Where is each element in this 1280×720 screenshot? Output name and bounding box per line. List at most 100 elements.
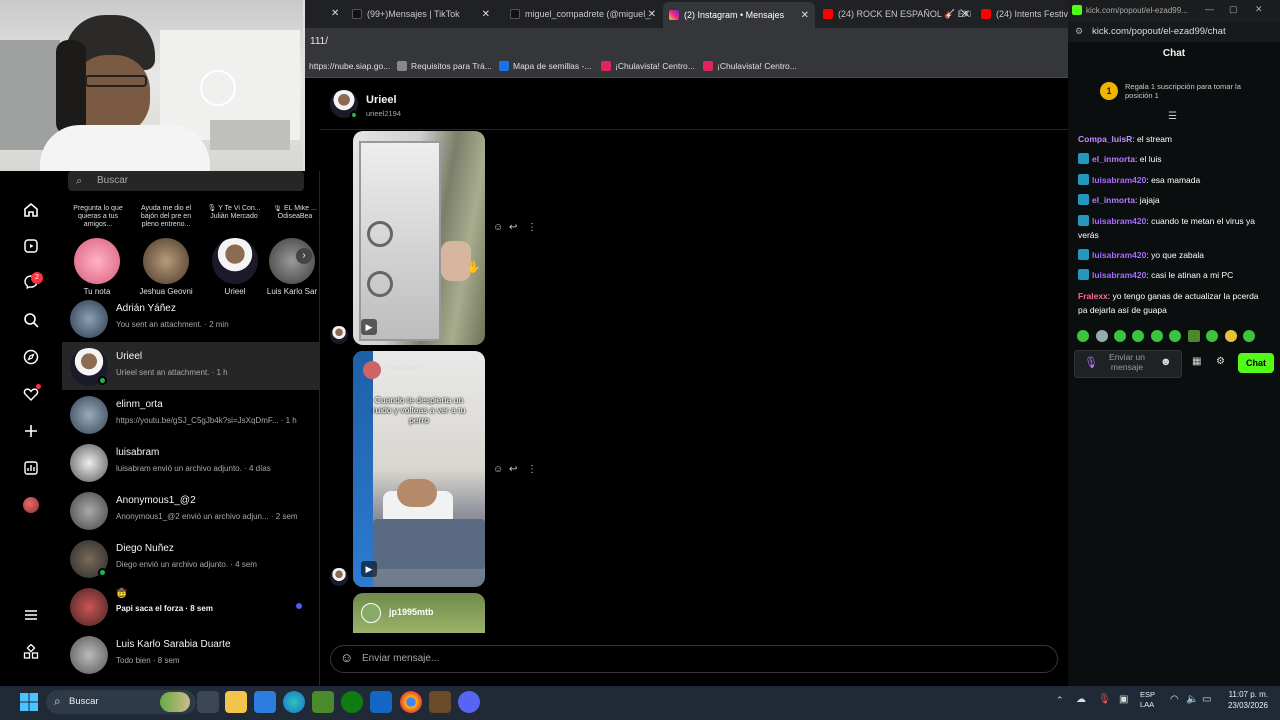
emoji-icon[interactable]: ☺ (340, 650, 353, 665)
discord-icon[interactable] (458, 691, 480, 713)
conversation-item[interactable]: Anonymous1_@2 Anonymous1_@2 envió un arch… (62, 486, 320, 534)
story-item[interactable]: Luis Karlo Sar (264, 238, 320, 296)
volume-icon[interactable]: 🔈 (1186, 694, 1198, 705)
more-options-icon[interactable]: ⋮ (527, 464, 537, 475)
emote-icon[interactable] (1151, 330, 1163, 342)
emote-icon[interactable] (1114, 330, 1126, 342)
bookmark-item[interactable]: ¡Chulavista! Centro... (703, 61, 797, 71)
store-icon[interactable] (254, 691, 276, 713)
settings-icon[interactable]: ⚙ (1216, 356, 1225, 367)
close-icon[interactable]: ✕ (648, 9, 656, 20)
search-icon[interactable] (21, 310, 41, 330)
chrome-icon[interactable] (400, 691, 422, 713)
chat-username[interactable]: luisabram420 (1092, 216, 1146, 226)
edge-icon[interactable] (283, 691, 305, 713)
minecraft-icon[interactable] (312, 691, 334, 713)
close-icon[interactable]: ✕ (331, 8, 339, 19)
create-icon[interactable] (21, 421, 41, 441)
onedrive-icon[interactable]: ☁ (1076, 694, 1086, 705)
bookmark-item[interactable]: ¡Chulavista! Centro... (601, 61, 695, 71)
bookmark-item[interactable]: Requisitos para Trá... (397, 61, 492, 71)
windows-start-icon[interactable] (18, 691, 40, 713)
menu-icon[interactable] (21, 605, 41, 625)
chat-name[interactable]: Urieel (366, 94, 397, 106)
emote-icon[interactable] (1169, 330, 1181, 342)
close-icon[interactable]: ✕ (1255, 4, 1263, 15)
dashboard-icon[interactable] (21, 458, 41, 478)
explore-icon[interactable] (21, 347, 41, 367)
chevron-up-icon[interactable]: ⌃ (1056, 695, 1064, 706)
task-view-icon[interactable] (197, 691, 219, 713)
emote-icon[interactable] (1243, 330, 1255, 342)
react-emoji-icon[interactable]: ☺ (493, 464, 503, 475)
gift-leaderboard-text[interactable]: Regala 1 suscripción para tomar la posic… (1125, 82, 1255, 100)
clock-time[interactable]: 11:07 p. m. (1224, 690, 1268, 699)
chat-username[interactable]: Compa_luisR (1078, 134, 1132, 144)
reel-attachment[interactable]: mimibailee Cuando te despierta un ruido … (353, 351, 485, 587)
story-item[interactable]: Tu nota (62, 238, 132, 296)
minimize-icon[interactable]: — (1205, 4, 1214, 14)
conversation-item[interactable]: luisabram luisabram envió un archivo adju… (62, 438, 320, 486)
emote-icon[interactable] (1188, 330, 1200, 342)
conversation-item[interactable]: 🤠 Papi saca el forza · 8 sem (62, 582, 320, 630)
battery-icon[interactable]: ▭ (1202, 694, 1211, 705)
emote-icon[interactable] (1132, 330, 1144, 342)
app-icon[interactable] (429, 691, 451, 713)
address-bar[interactable] (305, 28, 1068, 56)
file-explorer-icon[interactable] (225, 691, 247, 713)
story-item[interactable]: Jeshua Geovni (131, 238, 201, 296)
more-options-icon[interactable]: ⋮ (527, 222, 537, 233)
emote-icon[interactable] (1225, 330, 1237, 342)
reply-icon[interactable]: ↩ (509, 222, 517, 233)
maximize-icon[interactable]: ▢ (1229, 4, 1238, 15)
tab-youtube-rock[interactable]: (24) ROCK EN ESPAÑOL 🎸 ÉXI ✕ (823, 4, 971, 24)
note-bubble[interactable]: Ayuda me dio el bajón del pre en pleno e… (138, 205, 194, 229)
tab-tiktok-messages[interactable]: (99+)Mensajes | TikTok ✕ (352, 4, 492, 24)
chat-username[interactable]: Fralexx (1078, 291, 1108, 301)
conversation-item-selected[interactable]: Urieel Urieel sent an attachment. · 1 h (62, 342, 320, 390)
microphone-icon[interactable]: 🎙 (1098, 694, 1111, 705)
react-emoji-icon[interactable]: ☺ (493, 222, 503, 233)
bookmark-item[interactable]: Mapa de semillas -... (499, 61, 591, 71)
send-chat-button[interactable]: Chat (1238, 353, 1274, 373)
filter-icon[interactable]: ☰ (1168, 111, 1177, 122)
profile-avatar-icon[interactable] (21, 495, 41, 515)
close-icon[interactable]: ✕ (801, 10, 809, 21)
chevron-right-icon[interactable]: › (296, 248, 312, 264)
microphone-icon[interactable]: 🎙 (1084, 356, 1098, 369)
home-icon[interactable] (21, 200, 41, 220)
xbox-icon[interactable] (341, 691, 363, 713)
app-tray-icon[interactable]: ▣ (1119, 694, 1128, 705)
chat-username[interactable]: el_inmorta (1092, 154, 1135, 164)
language-indicator[interactable]: ESP LAA (1140, 690, 1155, 710)
close-icon[interactable]: ✕ (961, 9, 969, 20)
chat-username[interactable]: luisabram420 (1092, 250, 1146, 260)
reel-attachment[interactable]: jp1995mtb (353, 593, 485, 633)
note-bubble[interactable]: 🎙 Y Te Vi Con... Julián Mercado (206, 205, 262, 221)
note-bubble[interactable]: 🎙 EL Mike ... OdiseaBea (272, 205, 318, 221)
chat-username[interactable]: luisabram420 (1092, 270, 1146, 280)
meta-apps-icon[interactable] (21, 642, 41, 662)
emote-icon[interactable] (1096, 330, 1108, 342)
emote-icon[interactable] (1077, 330, 1089, 342)
conversation-item[interactable]: Adrián Yáñez You sent an attachment. · 2 … (62, 294, 320, 342)
outlook-icon[interactable] (370, 691, 392, 713)
reels-icon[interactable] (21, 236, 41, 256)
note-bubble[interactable]: Pregunta lo que quieras a tus amigos... (70, 205, 126, 229)
chat-username[interactable]: luisabram420 (1092, 175, 1146, 185)
clock-date[interactable]: 23/03/2026 (1224, 701, 1268, 710)
conversation-item[interactable]: Luis Karlo Sarabia Duarte Todo bien · 8 s… (62, 630, 320, 678)
story-item[interactable]: Urieel (200, 238, 270, 296)
tab-youtube-festival[interactable]: (24) Intents Festival (981, 4, 1071, 24)
conversation-item[interactable]: Diego Nuñez Diego envió un archivo adjunt… (62, 534, 320, 582)
wifi-icon[interactable]: ◠ (1170, 694, 1179, 705)
store-icon[interactable]: ▦ (1192, 356, 1201, 367)
tab-tiktok-profile[interactable]: miguel_compadrete (@miguel_ ✕ (510, 4, 658, 24)
tab-instagram[interactable]: (2) Instagram • Mensajes ✕ (663, 2, 815, 28)
emote-icon[interactable] (1206, 330, 1218, 342)
bookmark-item[interactable]: https://nube.siap.go... (309, 61, 390, 71)
reply-icon[interactable]: ↩ (509, 464, 517, 475)
emoji-icon[interactable]: ☻ (1160, 356, 1172, 368)
close-icon[interactable]: ✕ (482, 9, 490, 20)
chat-username[interactable]: el_inmorta (1092, 195, 1135, 205)
